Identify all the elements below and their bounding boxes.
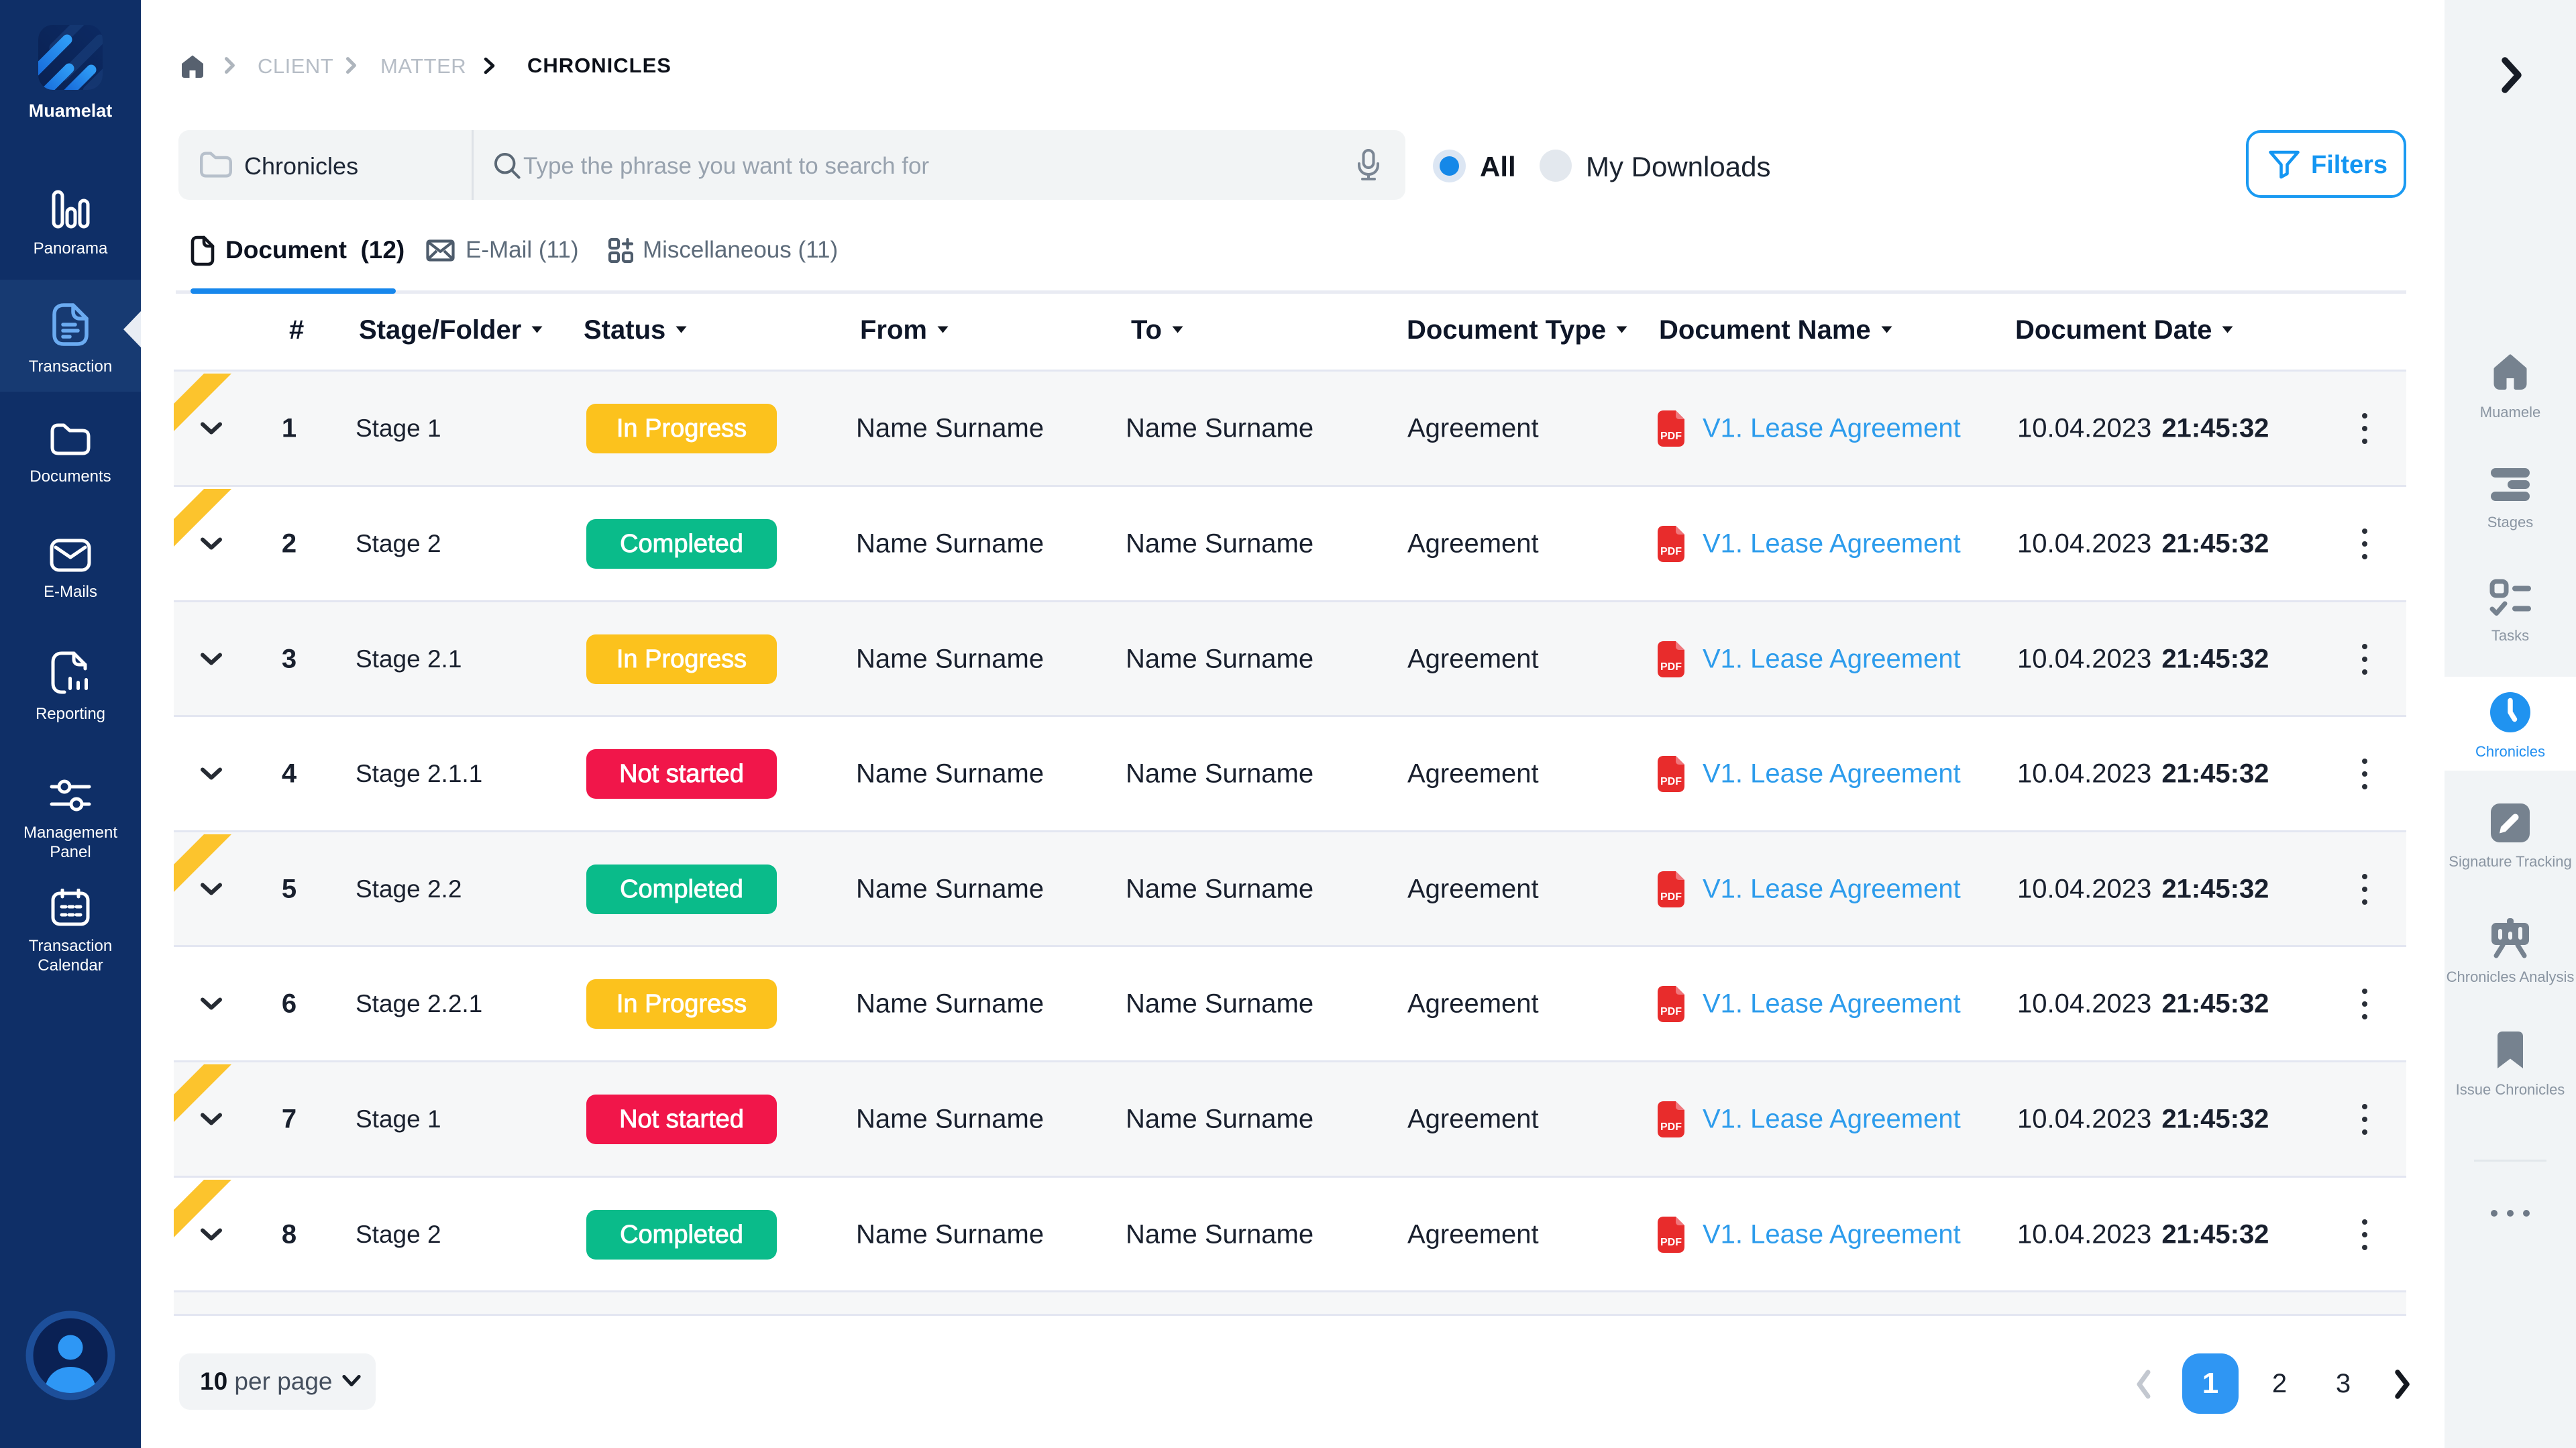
svg-text:PDF: PDF: [1660, 1237, 1682, 1248]
svg-text:PDF: PDF: [1660, 431, 1682, 442]
svg-text:PDF: PDF: [1660, 546, 1682, 557]
svg-text:PDF: PDF: [1660, 1121, 1682, 1133]
svg-text:PDF: PDF: [1660, 776, 1682, 787]
svg-text:PDF: PDF: [1660, 891, 1682, 903]
svg-text:PDF: PDF: [1660, 661, 1682, 673]
svg-text:PDF: PDF: [1660, 1006, 1682, 1017]
